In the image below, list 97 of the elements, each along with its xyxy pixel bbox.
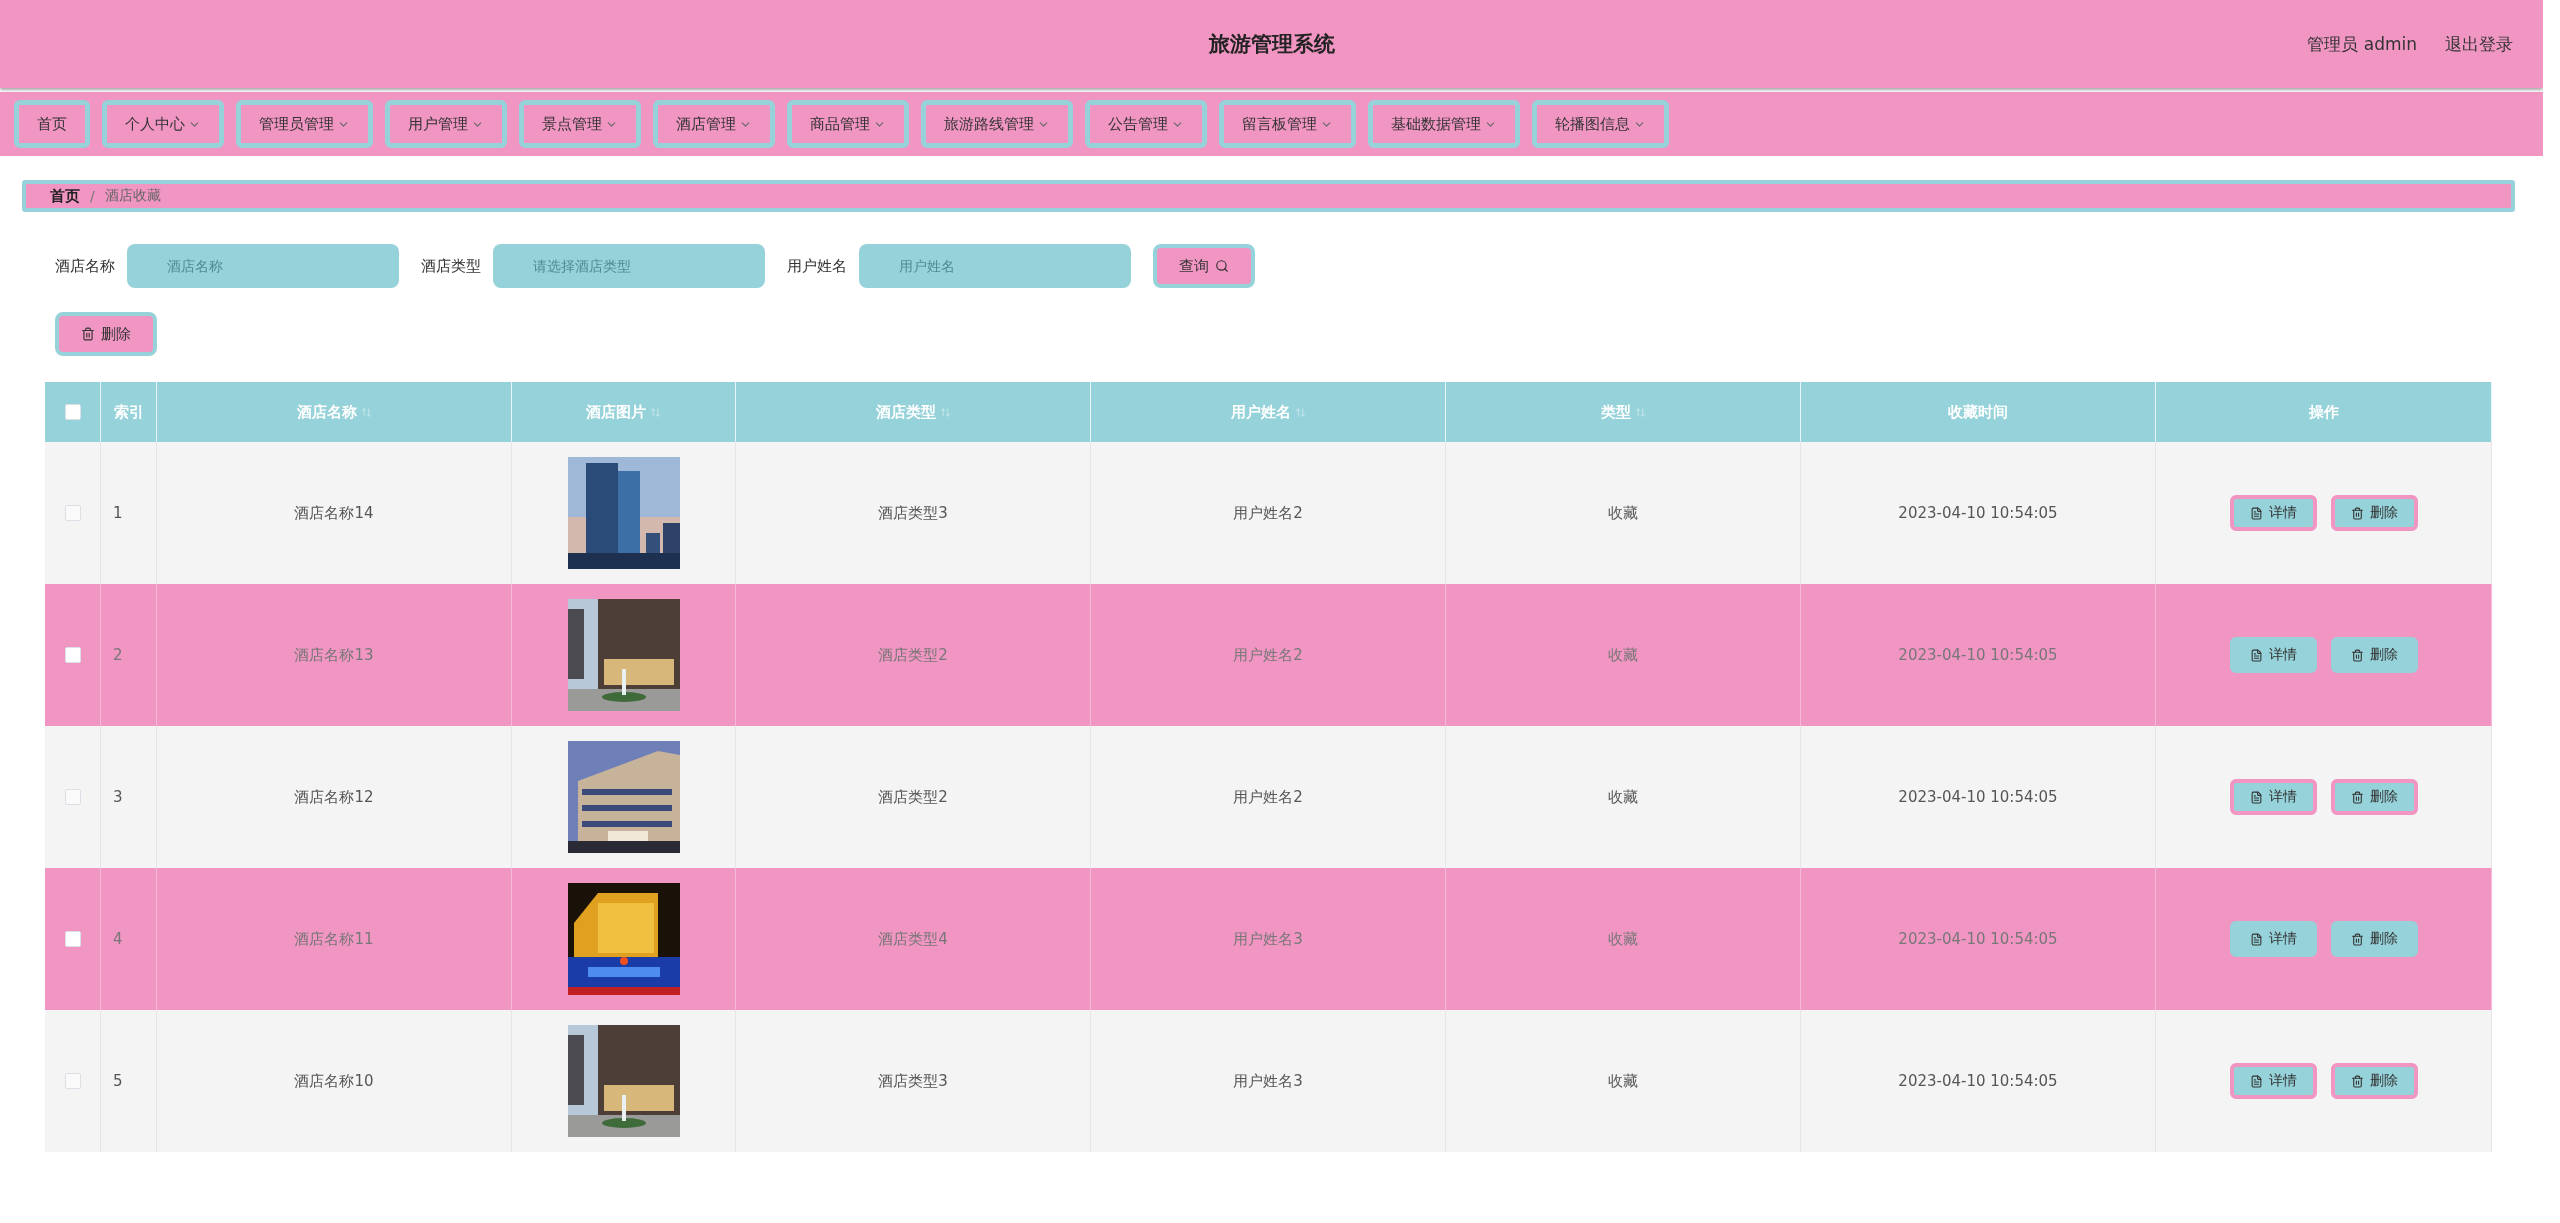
document-icon <box>2249 1074 2263 1088</box>
column-header: 类型 <box>1600 402 1631 422</box>
column-header: 收藏时间 <box>1948 402 2008 422</box>
breadcrumb-current: 酒店收藏 <box>104 187 161 205</box>
column-header: 操作 <box>2308 402 2339 422</box>
column-header: 酒店图片 <box>586 402 646 422</box>
document-icon <box>2249 648 2263 662</box>
field-label: 酒店名称 <box>55 256 115 276</box>
details-button[interactable]: 详情 <box>2229 921 2317 957</box>
breadcrumb-link[interactable]: 首页 <box>50 186 80 206</box>
nav-menu-item[interactable]: 商品管理 <box>787 100 909 148</box>
table-cell: 酒店类型2 <box>878 787 948 807</box>
table-cell: 酒店名称12 <box>294 787 374 807</box>
table-cell: 用户姓名3 <box>1233 1071 1303 1091</box>
column-header: 酒店名称 <box>296 402 357 422</box>
table-cell: 酒店名称14 <box>294 503 374 523</box>
trash-icon <box>2350 932 2364 946</box>
details-button[interactable]: 详情 <box>2229 495 2317 531</box>
nav-menu-item[interactable]: 轮播图信息 <box>1532 100 1669 148</box>
app-title: 旅游管理系统 <box>1208 31 1335 58</box>
details-button[interactable]: 详情 <box>2229 779 2317 815</box>
table-cell: 收藏 <box>1608 929 1638 949</box>
sort-icon[interactable] <box>360 406 372 418</box>
checkbox[interactable] <box>64 647 81 663</box>
delete-button[interactable]: 删除 <box>55 312 157 356</box>
table-cell: 酒店类型4 <box>878 929 948 949</box>
field-label: 用户姓名 <box>787 256 847 276</box>
table-cell: 2023-04-10 10:54:05 <box>1898 930 2058 948</box>
table-cell: 2023-04-10 10:54:05 <box>1898 788 2058 806</box>
logout-link[interactable]: 退出登录 <box>2445 32 2513 56</box>
table-cell: 酒店名称13 <box>294 645 374 665</box>
nav-menu-item[interactable]: 景点管理 <box>519 100 641 148</box>
column-header: 用户姓名 <box>1230 402 1291 422</box>
column-header: 酒店类型 <box>875 402 936 422</box>
trash-icon <box>81 327 95 341</box>
document-icon <box>2249 932 2263 946</box>
table-cell: 5 <box>113 1072 123 1090</box>
table-cell: 2023-04-10 10:54:05 <box>1898 504 2058 522</box>
table-cell: 用户姓名3 <box>1233 929 1303 949</box>
table-cell: 用户姓名2 <box>1233 503 1303 523</box>
nav-menu-item[interactable]: 管理员管理 <box>236 100 373 148</box>
nav-menu-item[interactable]: 用户管理 <box>385 100 507 148</box>
details-button[interactable]: 详情 <box>2229 637 2317 673</box>
table-cell: 收藏 <box>1608 503 1638 523</box>
checkbox[interactable] <box>64 505 81 521</box>
table-cell: 酒店名称10 <box>294 1071 374 1091</box>
nav-menu-item[interactable]: 基础数据管理 <box>1368 100 1520 148</box>
document-icon <box>2249 506 2263 520</box>
trash-icon <box>2350 648 2364 662</box>
table-cell: 酒店类型2 <box>878 645 948 665</box>
table-cell: 用户姓名2 <box>1233 787 1303 807</box>
trash-icon <box>2350 506 2364 520</box>
sort-icon[interactable] <box>1294 406 1306 418</box>
sort-icon[interactable] <box>1634 406 1646 418</box>
delete-button[interactable]: 删除 <box>2330 495 2418 531</box>
checkbox[interactable] <box>64 789 81 805</box>
document-icon <box>2249 790 2263 804</box>
nav-menu-item[interactable]: 留言板管理 <box>1219 100 1356 148</box>
table-cell: 收藏 <box>1608 645 1638 665</box>
delete-button[interactable]: 删除 <box>2330 637 2418 673</box>
user-label: 管理员 admin <box>2307 32 2417 56</box>
nav-menu-item[interactable]: 旅游路线管理 <box>921 100 1073 148</box>
checkbox[interactable] <box>64 1073 81 1089</box>
table-cell: 酒店名称11 <box>294 929 374 949</box>
table-cell: 2023-04-10 10:54:05 <box>1898 1072 2058 1090</box>
table-cell: 3 <box>113 788 123 806</box>
delete-button[interactable]: 删除 <box>2330 1063 2418 1099</box>
nav-menu-item[interactable]: 个人中心 <box>102 100 224 148</box>
field-label: 酒店类型 <box>421 256 481 276</box>
search-field[interactable]: 用户姓名 <box>859 244 1131 288</box>
sort-icon[interactable] <box>939 406 951 418</box>
table-cell: 酒店类型3 <box>878 1071 948 1091</box>
search-button[interactable]: 查询 <box>1153 244 1255 288</box>
table-cell: 收藏 <box>1608 787 1638 807</box>
table-cell: 用户姓名2 <box>1233 645 1303 665</box>
table-cell: 1 <box>113 504 123 522</box>
nav-menu-item[interactable]: 酒店管理 <box>653 100 775 148</box>
table-cell: 收藏 <box>1608 1071 1638 1091</box>
trash-icon <box>2350 1074 2364 1088</box>
nav-menu-item[interactable]: 首页 <box>14 100 90 148</box>
column-header: 索引 <box>113 402 144 422</box>
nav-menu-item[interactable]: 公告管理 <box>1085 100 1207 148</box>
delete-button[interactable]: 删除 <box>2330 779 2418 815</box>
sort-icon[interactable] <box>650 406 661 418</box>
search-field[interactable]: 请选择酒店类型 <box>493 244 765 288</box>
breadcrumb-separator: / <box>90 188 95 204</box>
details-button[interactable]: 详情 <box>2229 1063 2317 1099</box>
checkbox[interactable] <box>64 404 81 420</box>
trash-icon <box>2350 790 2364 804</box>
table-cell: 酒店类型3 <box>878 503 948 523</box>
table-cell: 2023-04-10 10:54:05 <box>1898 646 2058 664</box>
delete-button[interactable]: 删除 <box>2330 921 2418 957</box>
checkbox[interactable] <box>64 931 81 947</box>
table-cell: 2 <box>113 646 123 664</box>
table-cell: 4 <box>113 930 123 948</box>
search-field[interactable]: 酒店名称 <box>127 244 399 288</box>
search-icon <box>1215 259 1229 273</box>
